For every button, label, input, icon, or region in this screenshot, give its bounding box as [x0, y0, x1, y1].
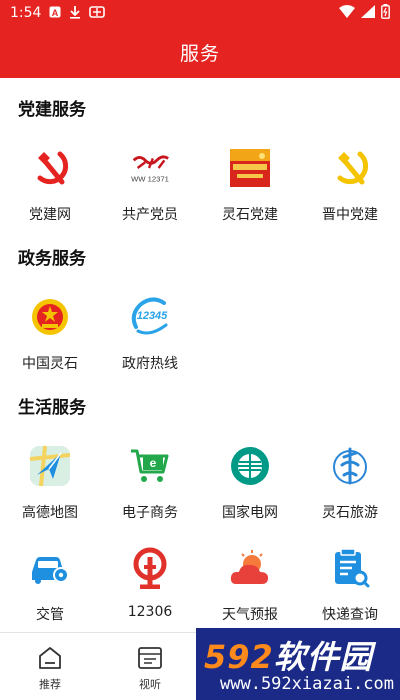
- section-title-gov: 政务服务: [18, 249, 86, 269]
- status-time: 1:54: [10, 5, 42, 21]
- service-tile-state-grid[interactable]: 国家电网: [200, 438, 300, 528]
- service-tile-jinzhong-party[interactable]: 晋中党建: [300, 140, 400, 230]
- lingshi-party-banner-icon: [228, 146, 272, 190]
- service-tile-china-lingshi[interactable]: 中国灵石: [0, 289, 100, 379]
- section-title-party: 党建服务: [18, 100, 86, 120]
- bug-icon: [89, 5, 106, 22]
- express-query-icon: [328, 546, 372, 590]
- watermark-592: 592软件园 www.592xiazai.com: [196, 628, 400, 700]
- status-bar: 1:54 A: [0, 0, 400, 26]
- service-label: 高德地图: [22, 505, 78, 521]
- logo-12371-text: WW 12371: [131, 174, 169, 183]
- svg-text:A: A: [52, 8, 59, 18]
- weather-icon: [228, 546, 272, 590]
- service-label: 晋中党建: [322, 207, 378, 223]
- svg-text:e: e: [150, 456, 157, 470]
- service-tile-lingshi-tourism[interactable]: 灵石旅游: [300, 438, 400, 528]
- service-label: 国家电网: [222, 505, 278, 521]
- railway-logo-icon: [128, 546, 172, 590]
- car-settings-icon: [28, 546, 72, 590]
- tourism-icon: [328, 444, 372, 488]
- amap-icon: [28, 444, 72, 488]
- watermark-url: www.592xiazai.com: [220, 674, 394, 694]
- service-label: 党建网: [29, 207, 71, 223]
- service-tile-12306[interactable]: 12306: [100, 540, 200, 630]
- service-label: 中国灵石: [22, 356, 78, 372]
- service-label: 天气预报: [222, 607, 278, 623]
- download-icon: [69, 5, 81, 22]
- signal-icon: [361, 4, 375, 22]
- app-bar: 服务: [0, 26, 400, 78]
- service-tile-ecommerce[interactable]: e 电子商务: [100, 438, 200, 528]
- home-icon: [39, 647, 61, 669]
- grid-row-life-1: 高德地图 e 电子商务 国家电网 灵石旅游: [0, 438, 400, 528]
- battery-icon: [381, 3, 390, 23]
- state-grid-icon: [228, 444, 272, 488]
- logo-12345-text: 12345: [137, 310, 168, 322]
- watermark-brand-num: 592: [204, 638, 274, 676]
- service-tile-party-network[interactable]: 党建网: [0, 140, 100, 230]
- service-label: 12306: [127, 604, 173, 620]
- page-title: 服务: [179, 42, 220, 65]
- service-tile-gov-hotline[interactable]: 12345 政府热线: [100, 289, 200, 379]
- service-tile-lingshi-party[interactable]: 灵石党建: [200, 140, 300, 230]
- shopping-cart-icon: e: [128, 444, 172, 488]
- service-label: 政府热线: [122, 356, 178, 372]
- wifi-icon: [339, 4, 355, 22]
- nav-item-recommend[interactable]: 推荐: [0, 633, 100, 700]
- service-tile-weather[interactable]: 天气预报: [200, 540, 300, 630]
- national-emblem-icon: [28, 295, 72, 339]
- nav-item-media[interactable]: 视听: [100, 633, 200, 700]
- a-box-icon: A: [49, 6, 61, 21]
- service-tile-amap[interactable]: 高德地图: [0, 438, 100, 528]
- watermark-brand-text: 软件园: [273, 638, 373, 676]
- watermark-brand: 592软件园: [204, 632, 373, 678]
- gcdy-12371-logo-icon: WW 12371: [128, 146, 172, 190]
- grid-row-gov: 中国灵石 12345 政府热线: [0, 289, 400, 379]
- section-title-life: 生活服务: [18, 398, 86, 418]
- hammer-sickle-red-icon: [28, 146, 72, 190]
- service-label: 共产党员: [122, 207, 178, 223]
- service-tile-communist-member[interactable]: WW 12371 共产党员: [100, 140, 200, 230]
- service-label: 交管: [36, 607, 64, 623]
- service-tile-traffic[interactable]: 交管: [0, 540, 100, 630]
- grid-row-life-2: 交管 12306 天气预报 快递查询: [0, 540, 400, 630]
- service-label: 快递查询: [322, 607, 378, 623]
- media-icon: [138, 647, 162, 669]
- service-label: 灵石党建: [222, 207, 278, 223]
- nav-label: 推荐: [39, 678, 61, 691]
- service-label: 灵石旅游: [322, 505, 378, 521]
- grid-row-party: 党建网 WW 12371 共产党员 灵石党建 晋中党建: [0, 140, 400, 230]
- service-label: 电子商务: [122, 505, 178, 521]
- hammer-sickle-gold-icon: [328, 146, 372, 190]
- nav-label: 视听: [139, 678, 161, 691]
- service-tile-express[interactable]: 快递查询: [300, 540, 400, 630]
- hotline-12345-icon: 12345: [128, 295, 172, 339]
